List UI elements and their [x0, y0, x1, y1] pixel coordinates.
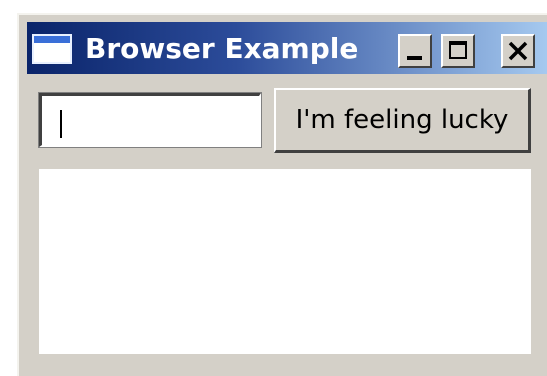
close-button[interactable]: [501, 34, 535, 68]
minimize-icon: [407, 56, 422, 60]
app-icon-titlebar: [34, 36, 70, 43]
close-icon: [508, 41, 528, 61]
minimize-button[interactable]: [398, 34, 432, 68]
title-bar[interactable]: Browser Example: [27, 22, 547, 74]
window-title: Browser Example: [85, 32, 359, 65]
feeling-lucky-button[interactable]: I'm feeling lucky: [274, 88, 531, 153]
maximize-icon: [449, 41, 467, 59]
search-input[interactable]: [38, 92, 262, 148]
maximize-button[interactable]: [441, 34, 475, 68]
text-caret: [60, 110, 62, 138]
browser-content-area[interactable]: [39, 169, 531, 354]
window-app-icon[interactable]: [32, 34, 72, 64]
